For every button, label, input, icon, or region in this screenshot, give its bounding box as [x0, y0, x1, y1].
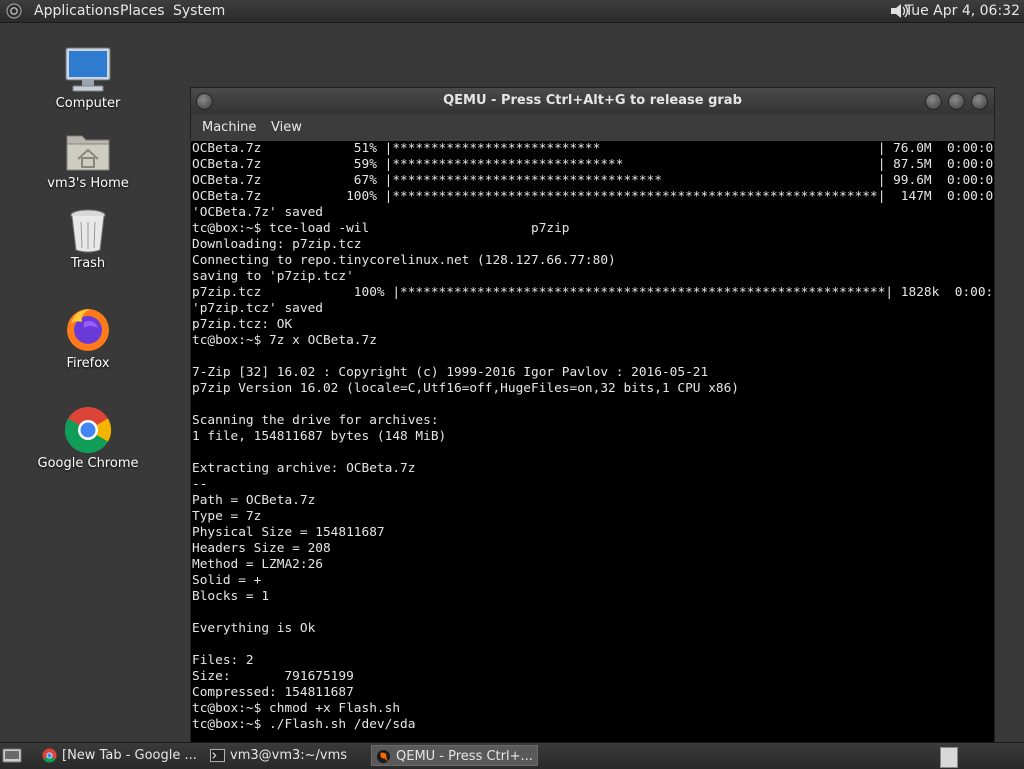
terminal-line: Downloading: p7zip.tcz [192, 237, 362, 252]
desktop-icon-computer[interactable]: Computer [33, 46, 143, 111]
terminal-line: Compressed: 154811687 [192, 685, 354, 700]
vm-console[interactable]: OCBeta.7z 51% |*************************… [192, 141, 993, 742]
menu-places[interactable]: Places [120, 2, 165, 20]
terminal-line: 1 file, 154811687 bytes (148 MiB) [192, 429, 447, 444]
terminal-line: Connecting to repo.tinycorelinux.net (12… [192, 253, 616, 268]
terminal-line: p7zip.tcz 100% |************************… [192, 285, 993, 300]
chrome-icon [64, 407, 112, 454]
terminal-line: OCBeta.7z 100% |************************… [192, 189, 993, 204]
terminal-line: Method = LZMA2:26 [192, 557, 323, 572]
terminal-line: Type = 7z [192, 509, 262, 524]
desktop-icon-label: Trash [70, 256, 106, 271]
menu-view[interactable]: View [271, 119, 302, 136]
desktop-icon-label: Computer [55, 96, 121, 111]
desktop-icon-chrome[interactable]: Google Chrome [33, 406, 143, 471]
desktop-icon-label: Firefox [66, 356, 110, 371]
bottom-panel: [New Tab - Google ... vm3@vm3:~/vms QEMU… [0, 742, 1024, 769]
desktop-icon-label: vm3's Home [47, 176, 129, 191]
terminal-line: OCBeta.7z 59% |*************************… [192, 157, 993, 172]
terminal-line: OCBeta.7z 67% |*************************… [192, 173, 993, 188]
maximize-button[interactable] [948, 93, 965, 110]
qemu-menubar: Machine View [191, 114, 994, 142]
chrome-icon [42, 748, 57, 763]
terminal-line: -- [192, 477, 208, 492]
taskbar-item-chrome[interactable]: [New Tab - Google ... [38, 745, 196, 766]
terminal-line: tc@box:~$ 7z x OCBeta.7z [192, 333, 377, 348]
minimize-button[interactable] [925, 93, 942, 110]
taskbar-label: [New Tab - Google ... [62, 748, 196, 763]
workspace-switcher[interactable] [940, 747, 958, 768]
terminal-line: tc@box:~$ tce-load -wil p7zip [192, 221, 570, 236]
desktop-icon-trash[interactable]: Trash [33, 208, 143, 271]
terminal-line: Path = OCBeta.7z [192, 493, 316, 508]
terminal-icon [210, 748, 225, 763]
clock[interactable]: Tue Apr 4, 06:32 [905, 2, 1020, 20]
terminal-line: Size: 791675199 [192, 669, 354, 684]
terminal-line: p7zip Version 16.02 (locale=C,Utf16=off,… [192, 381, 740, 396]
terminal-line: tc@box:~$ ./Flash.sh /dev/sda [192, 717, 416, 732]
terminal-line: Blocks = 1 [192, 589, 270, 604]
window-title: QEMU - Press Ctrl+Alt+G to release grab [443, 93, 742, 108]
trash-icon [70, 209, 106, 253]
terminal-line: OCBeta.7z 51% |*************************… [192, 141, 993, 156]
terminal-line: Everything is Ok [192, 621, 316, 636]
menu-system[interactable]: System [173, 2, 225, 20]
terminal-line: saving to 'p7zip.tcz' [192, 269, 354, 284]
terminal-line: tc@box:~$ chmod +x Flash.sh [192, 701, 401, 716]
taskbar-item-qemu[interactable]: QEMU - Press Ctrl+... [371, 745, 538, 766]
taskbar-label: QEMU - Press Ctrl+... [396, 749, 533, 764]
close-button[interactable] [971, 93, 988, 110]
show-desktop-icon[interactable] [2, 747, 22, 764]
window-titlebar[interactable]: QEMU - Press Ctrl+Alt+G to release grab [191, 88, 994, 114]
gnome-foot-icon[interactable] [6, 3, 22, 19]
terminal-line: Physical Size = 154811687 [192, 525, 385, 540]
terminal-line: Files: 2 [192, 653, 254, 668]
desktop-icon-label: Google Chrome [37, 456, 139, 471]
terminal-line: p7zip.tcz: OK [192, 317, 293, 332]
desktop-icon-home[interactable]: vm3's Home [33, 128, 143, 191]
desktop-icon-firefox[interactable]: Firefox [33, 306, 143, 371]
terminal-line: 'p7zip.tcz' saved [192, 301, 323, 316]
menu-applications[interactable]: Applications [34, 2, 120, 20]
computer-icon [65, 47, 111, 92]
taskbar-label: vm3@vm3:~/vms [230, 748, 348, 763]
qemu-icon [376, 749, 391, 764]
window-menu-button[interactable] [196, 93, 213, 110]
terminal-line: Headers Size = 208 [192, 541, 331, 556]
terminal-line: Scanning the drive for archives: [192, 413, 439, 428]
terminal-line: Solid = + [192, 573, 262, 588]
home-folder-icon [66, 135, 110, 171]
menu-machine[interactable]: Machine [202, 119, 256, 136]
qemu-window[interactable]: QEMU - Press Ctrl+Alt+G to release grab … [190, 87, 995, 744]
terminal-line: 7-Zip [32] 16.02 : Copyright (c) 1999-20… [192, 365, 709, 380]
terminal-line: 'OCBeta.7z' saved [192, 205, 323, 220]
terminal-line: Extracting archive: OCBeta.7z [192, 461, 416, 476]
taskbar-item-terminal[interactable]: vm3@vm3:~/vms [206, 745, 366, 766]
top-panel: Applications Places System Tue Apr 4, 06… [0, 0, 1024, 23]
firefox-icon [67, 309, 109, 351]
